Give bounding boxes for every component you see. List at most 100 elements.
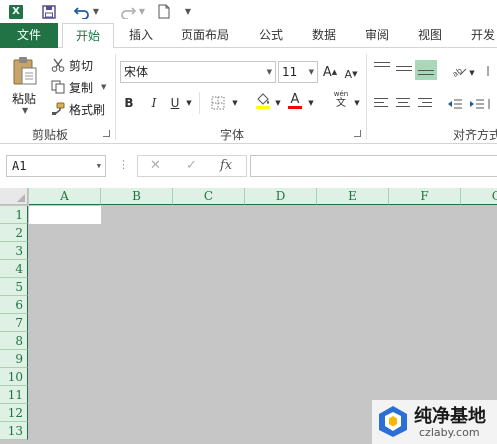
row-header[interactable]: 1 bbox=[0, 206, 28, 224]
active-cell-a1[interactable] bbox=[29, 206, 101, 224]
bold-button[interactable]: B bbox=[122, 94, 136, 112]
row-header[interactable]: 11 bbox=[0, 386, 28, 404]
column-header[interactable]: C bbox=[173, 188, 245, 205]
enter-icon[interactable]: ✓ bbox=[186, 158, 197, 173]
row-header[interactable]: 3 bbox=[0, 242, 28, 260]
orientation-icon[interactable]: ab bbox=[450, 62, 468, 80]
row-header[interactable]: 6 bbox=[0, 296, 28, 314]
top-align-icon[interactable] bbox=[374, 62, 390, 76]
tab-data[interactable]: 数据 bbox=[312, 23, 336, 48]
tab-view[interactable]: 视图 bbox=[418, 23, 442, 48]
resize-handle-icon[interactable]: ⋮ bbox=[118, 158, 129, 171]
paste-icon[interactable] bbox=[12, 56, 38, 86]
fill-color-icon[interactable] bbox=[254, 92, 272, 110]
insert-function-icon[interactable]: fx bbox=[220, 158, 232, 173]
name-box[interactable]: A1 ▼ bbox=[6, 155, 106, 177]
align-center-icon[interactable] bbox=[396, 98, 412, 112]
paste-dropdown-icon[interactable]: ▼ bbox=[22, 106, 28, 115]
row-header[interactable]: 13 bbox=[0, 422, 28, 440]
customize-toolbar-icon[interactable]: ▼ bbox=[184, 4, 192, 20]
formula-bar: A1 ▼ ⋮ ✕ ✓ fx bbox=[0, 144, 497, 188]
cut-label: 剪切 bbox=[69, 58, 94, 73]
increase-indent-icon[interactable] bbox=[468, 95, 486, 113]
name-box-dropdown-icon[interactable]: ▼ bbox=[97, 156, 101, 176]
select-all-button[interactable] bbox=[0, 188, 28, 205]
font-size-dropdown-icon[interactable]: ▼ bbox=[309, 62, 314, 82]
save-icon[interactable] bbox=[42, 4, 56, 20]
merge-center-icon[interactable] bbox=[488, 95, 496, 113]
underline-dropdown-icon[interactable]: ▼ bbox=[184, 94, 194, 112]
row-header[interactable]: 12 bbox=[0, 404, 28, 422]
copy-dropdown-icon[interactable]: ▼ bbox=[101, 83, 106, 91]
row-header[interactable]: 2 bbox=[0, 224, 28, 242]
borders-icon[interactable] bbox=[210, 94, 226, 112]
clipboard-dialog-launcher-icon[interactable] bbox=[103, 130, 110, 137]
bottom-align-icon[interactable] bbox=[415, 60, 437, 80]
underline-button[interactable]: U bbox=[168, 94, 182, 112]
borders-dropdown-icon[interactable]: ▼ bbox=[230, 94, 240, 112]
font-color-swatch bbox=[288, 106, 302, 109]
column-header[interactable]: F bbox=[389, 188, 461, 205]
align-right-icon[interactable] bbox=[418, 98, 434, 112]
increase-font-size-button[interactable]: A ▲ bbox=[322, 63, 338, 81]
tab-insert[interactable]: 插入 bbox=[129, 23, 153, 48]
watermark: 纯净基地 czlaby.com bbox=[372, 400, 497, 444]
redo-dropdown-icon[interactable]: ▼ bbox=[138, 4, 146, 20]
column-header[interactable]: G bbox=[461, 188, 497, 205]
increase-font-icon: A bbox=[322, 64, 332, 80]
tab-page-layout[interactable]: 页面布局 bbox=[181, 23, 229, 48]
undo-dropdown-icon[interactable]: ▼ bbox=[92, 4, 100, 20]
orientation-dropdown-icon[interactable]: ▼ bbox=[467, 64, 477, 82]
tab-formulas[interactable]: 公式 bbox=[259, 23, 283, 48]
watermark-logo-icon bbox=[376, 404, 410, 438]
tab-home[interactable]: 开始 bbox=[62, 23, 114, 49]
tab-developer[interactable]: 开发 bbox=[471, 23, 495, 48]
cut-button[interactable]: 剪切 bbox=[50, 56, 93, 74]
tab-review[interactable]: 审阅 bbox=[365, 23, 389, 48]
tab-file[interactable]: 文件 bbox=[0, 23, 58, 48]
watermark-url: czlaby.com bbox=[419, 426, 480, 439]
cancel-icon[interactable]: ✕ bbox=[150, 158, 161, 173]
phonetic-dropdown-icon[interactable]: ▼ bbox=[352, 94, 362, 112]
row-header[interactable]: 8 bbox=[0, 332, 28, 350]
font-dialog-launcher-icon[interactable] bbox=[354, 130, 361, 137]
redo-icon[interactable] bbox=[120, 4, 136, 20]
row-header[interactable]: 10 bbox=[0, 368, 28, 386]
row-header[interactable]: 7 bbox=[0, 314, 28, 332]
column-header[interactable]: B bbox=[101, 188, 173, 205]
format-painter-button[interactable]: 格式刷 bbox=[50, 100, 105, 118]
column-header[interactable]: A bbox=[29, 188, 101, 205]
excel-logo-icon: X bbox=[9, 4, 23, 19]
paste-button[interactable]: 粘贴 bbox=[12, 90, 36, 107]
new-document-icon[interactable] bbox=[158, 4, 170, 20]
wrap-text-icon[interactable] bbox=[486, 62, 496, 80]
formula-buttons: ✕ ✓ fx bbox=[137, 155, 247, 177]
middle-align-icon[interactable] bbox=[396, 66, 412, 80]
group-divider bbox=[115, 54, 116, 140]
align-left-icon[interactable] bbox=[374, 98, 390, 112]
scissors-icon bbox=[50, 57, 66, 73]
italic-button[interactable]: I bbox=[147, 94, 161, 112]
font-size-select[interactable]: 11 ▼ bbox=[278, 61, 318, 83]
copy-button[interactable]: 复制 ▼ bbox=[50, 78, 106, 96]
formula-input[interactable] bbox=[250, 155, 497, 177]
row-header[interactable]: 5 bbox=[0, 278, 28, 296]
phonetic-bottom-text: 文 bbox=[336, 98, 346, 109]
phonetic-guide-button[interactable]: wén 文 bbox=[330, 90, 352, 109]
decrease-font-icon: A bbox=[344, 67, 353, 81]
decrease-font-size-button[interactable]: A ▼ bbox=[343, 65, 359, 83]
row-header[interactable]: 4 bbox=[0, 260, 28, 278]
undo-icon[interactable] bbox=[74, 4, 90, 20]
row-header[interactable]: 9 bbox=[0, 350, 28, 368]
format-painter-label: 格式刷 bbox=[69, 102, 106, 117]
column-header[interactable]: D bbox=[245, 188, 317, 205]
decrease-indent-icon[interactable] bbox=[446, 95, 464, 113]
name-box-value: A1 bbox=[12, 159, 27, 173]
font-name-select[interactable]: 宋体 ▼ bbox=[120, 61, 276, 83]
column-header[interactable]: E bbox=[317, 188, 389, 205]
font-color-button[interactable]: A bbox=[286, 92, 304, 110]
font-color-dropdown-icon[interactable]: ▼ bbox=[306, 94, 316, 112]
fill-color-dropdown-icon[interactable]: ▼ bbox=[273, 94, 283, 112]
quick-access-toolbar: X ▼ ▼ ▼ bbox=[0, 0, 497, 23]
font-name-dropdown-icon[interactable]: ▼ bbox=[267, 62, 272, 82]
